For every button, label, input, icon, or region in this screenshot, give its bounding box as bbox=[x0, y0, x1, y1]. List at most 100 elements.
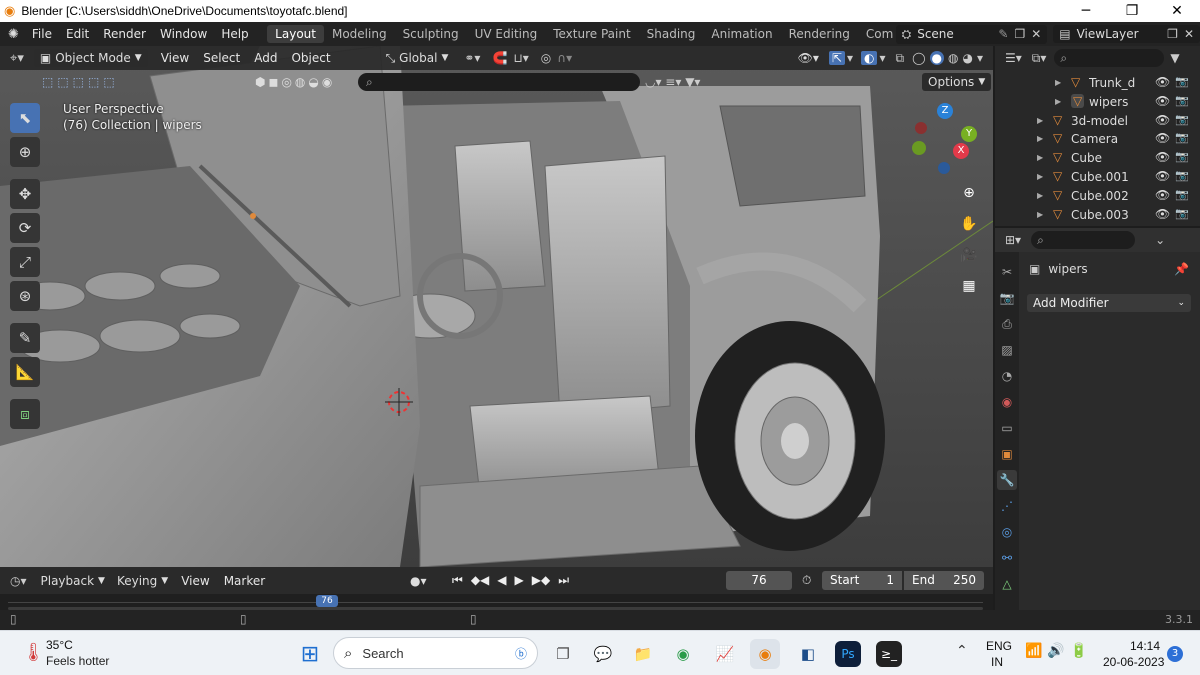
snap-target-icon[interactable]: ⊔▾ bbox=[513, 51, 528, 65]
outliner-item[interactable]: ▶ ▽ wipers 👁 📷 bbox=[995, 92, 1200, 111]
play-reverse-icon[interactable]: ◀ bbox=[497, 573, 506, 588]
shading-options-icon[interactable]: ▾ bbox=[977, 51, 983, 65]
transform-orientation-selector[interactable]: ⤡ Global ▼ bbox=[380, 49, 455, 68]
close-button[interactable]: ✕ bbox=[1154, 0, 1200, 22]
view-layer-tab[interactable]: ▨ bbox=[997, 340, 1017, 360]
select-box-tool[interactable]: ⬉ bbox=[10, 103, 40, 133]
shading-solid-icon[interactable]: ● bbox=[929, 51, 944, 65]
render-tab[interactable]: 📷 bbox=[997, 288, 1017, 308]
gizmo-options-icon[interactable]: ▾ bbox=[847, 51, 853, 65]
modifier-tab[interactable]: 🔧 bbox=[997, 470, 1017, 490]
add-cube-tool[interactable]: ⧈ bbox=[10, 399, 40, 429]
taskbar-search[interactable]: ⌕ Search ⓑ bbox=[333, 637, 538, 669]
snap-icon[interactable]: 🧲 bbox=[492, 51, 507, 65]
pivot-point-icon[interactable]: ⚭▾ bbox=[464, 51, 480, 65]
outliner-item[interactable]: ▶ ▽ Cube 👁 📷 bbox=[995, 148, 1200, 167]
outliner-editor-icon[interactable]: ☰▾ bbox=[1005, 51, 1022, 65]
tab-compositing[interactable]: Compo bbox=[858, 25, 894, 43]
timeline-scrubber[interactable]: 76 bbox=[0, 594, 993, 610]
tool-tab[interactable]: ✂ bbox=[997, 262, 1017, 282]
pan-button[interactable]: ✋ bbox=[956, 211, 982, 237]
expand-icon[interactable]: ▶ bbox=[1037, 134, 1043, 143]
pin-icon[interactable]: ✎ bbox=[998, 27, 1008, 41]
visibility-icon[interactable]: 👁▾ bbox=[798, 51, 819, 65]
stopwatch-icon[interactable]: ⏱ bbox=[802, 573, 811, 588]
object-type-filter-icons[interactable]: ⬢◼◎◍◒◉ bbox=[255, 75, 335, 89]
outliner-item[interactable]: ▶ ▽ Cube.002 👁 📷 bbox=[995, 186, 1200, 205]
proportional-edit-icon[interactable]: ◎ bbox=[541, 51, 551, 65]
terminal-button[interactable]: ≥_ bbox=[876, 641, 902, 667]
notification-badge[interactable]: 3 bbox=[1167, 646, 1183, 662]
gizmo-y-axis[interactable]: Y bbox=[961, 126, 977, 142]
visibility-eye-icon[interactable]: 👁 bbox=[1155, 131, 1170, 145]
expand-icon[interactable]: ▶ bbox=[1037, 153, 1043, 162]
particles-tab[interactable]: ⋰ bbox=[997, 496, 1017, 516]
falloff-icon[interactable]: ∩▾ bbox=[557, 51, 572, 65]
tab-sculpting[interactable]: Sculpting bbox=[395, 25, 467, 43]
play-icon[interactable]: ▶ bbox=[515, 573, 524, 588]
task-view-button[interactable]: ❐ bbox=[548, 639, 578, 669]
expand-icon[interactable]: ▶ bbox=[1055, 97, 1061, 106]
start-button[interactable]: ⊞ bbox=[295, 639, 325, 669]
render-camera-icon[interactable]: 📷 bbox=[1175, 150, 1189, 163]
viewport-menu-add[interactable]: Add bbox=[247, 51, 284, 65]
keying-menu[interactable]: Keying ▼ bbox=[111, 572, 174, 590]
battery-icon[interactable]: 🔋 bbox=[1070, 643, 1087, 659]
chevron-up-icon[interactable]: ⌃ bbox=[956, 643, 968, 659]
tab-texture-paint[interactable]: Texture Paint bbox=[545, 25, 638, 43]
maximize-button[interactable]: ❐ bbox=[1109, 0, 1155, 22]
outliner-item[interactable]: ▶ ▽ Camera 👁 📷 bbox=[995, 129, 1200, 148]
playback-menu[interactable]: Playback ▼ bbox=[35, 572, 111, 590]
properties-search-field[interactable]: ⌕ bbox=[1031, 231, 1136, 249]
visibility-eye-icon[interactable]: 👁 bbox=[1155, 113, 1170, 127]
language-line1[interactable]: ENG bbox=[986, 639, 1012, 653]
start-frame-field[interactable]: Start 1 bbox=[822, 571, 902, 590]
filter-dropdown-icon[interactable]: ◡▾ ≡▾ ▼▾ bbox=[645, 75, 700, 89]
collection-tab[interactable]: ▭ bbox=[997, 418, 1017, 438]
outliner-item[interactable]: ▶ ▽ 3d-model 👁 📷 bbox=[995, 111, 1200, 130]
weather-desc[interactable]: Feels hotter bbox=[46, 654, 109, 668]
language-line2[interactable]: IN bbox=[991, 655, 1003, 669]
teams-chat-button[interactable]: 💬 bbox=[588, 639, 618, 669]
render-camera-icon[interactable]: 📷 bbox=[1175, 188, 1189, 201]
render-camera-icon[interactable]: 📷 bbox=[1175, 207, 1189, 220]
world-tab[interactable]: ◉ bbox=[997, 392, 1017, 412]
scene-selector[interactable]: ⛭ Scene ✎ ❐ ✕ bbox=[895, 24, 1048, 44]
outliner-item[interactable]: ▶ ▽ Cube.001 👁 📷 bbox=[995, 167, 1200, 186]
minimize-button[interactable]: ─ bbox=[1063, 0, 1109, 22]
zoom-button[interactable]: ⊕ bbox=[956, 180, 982, 206]
tab-rendering[interactable]: Rendering bbox=[781, 25, 858, 43]
menu-render[interactable]: Render bbox=[96, 27, 153, 41]
menu-window[interactable]: Window bbox=[153, 27, 214, 41]
overlays-options-icon[interactable]: ▾ bbox=[879, 51, 885, 65]
visibility-eye-icon[interactable]: 👁 bbox=[1155, 188, 1170, 202]
add-modifier-button[interactable]: Add Modifier ⌄ bbox=[1027, 294, 1191, 312]
tab-modeling[interactable]: Modeling bbox=[324, 25, 395, 43]
delete-scene-icon[interactable]: ✕ bbox=[1031, 27, 1041, 41]
perspective-toggle-button[interactable]: ▦ bbox=[956, 273, 982, 299]
gizmo-z-axis[interactable]: Z bbox=[937, 103, 953, 119]
render-camera-icon[interactable]: 📷 bbox=[1175, 169, 1189, 182]
new-view-layer-icon[interactable]: ❐ bbox=[1167, 27, 1178, 41]
outliner-item[interactable]: ▶ ▽ Trunk_dc 👁 📷 bbox=[995, 73, 1200, 92]
filter-icon[interactable]: ▼ bbox=[1170, 51, 1179, 65]
rotate-tool[interactable]: ⟳ bbox=[10, 213, 40, 243]
physics-tab[interactable]: ◎ bbox=[997, 522, 1017, 542]
options-dropdown[interactable]: Options ▼ bbox=[922, 73, 992, 91]
expand-icon[interactable]: ▶ bbox=[1037, 116, 1043, 125]
render-camera-icon[interactable]: 📷 bbox=[1175, 113, 1189, 126]
shading-material-icon[interactable]: ◍ bbox=[948, 51, 958, 65]
visibility-eye-icon[interactable]: 👁 bbox=[1155, 75, 1170, 89]
tab-layout[interactable]: Layout bbox=[267, 25, 324, 43]
constraints-tab[interactable]: ⚯ bbox=[997, 548, 1017, 568]
render-camera-icon[interactable]: 📷 bbox=[1175, 94, 1189, 107]
visibility-eye-icon[interactable]: 👁 bbox=[1155, 169, 1170, 183]
viewport-menu-select[interactable]: Select bbox=[196, 51, 247, 65]
mode-selector[interactable]: ▣ Object Mode ▼ bbox=[33, 49, 148, 67]
overlays-icon[interactable]: ◐ bbox=[860, 51, 878, 65]
properties-editor-icon[interactable]: ⊞▾ bbox=[1005, 233, 1021, 247]
visibility-eye-icon[interactable]: 👁 bbox=[1155, 94, 1170, 108]
view-layer-selector[interactable]: ▤ ViewLayer ❐ ✕ bbox=[1053, 25, 1200, 43]
clock-date[interactable]: 20-06-2023 bbox=[1103, 655, 1164, 669]
xray-icon[interactable]: ⧉ bbox=[896, 51, 905, 66]
